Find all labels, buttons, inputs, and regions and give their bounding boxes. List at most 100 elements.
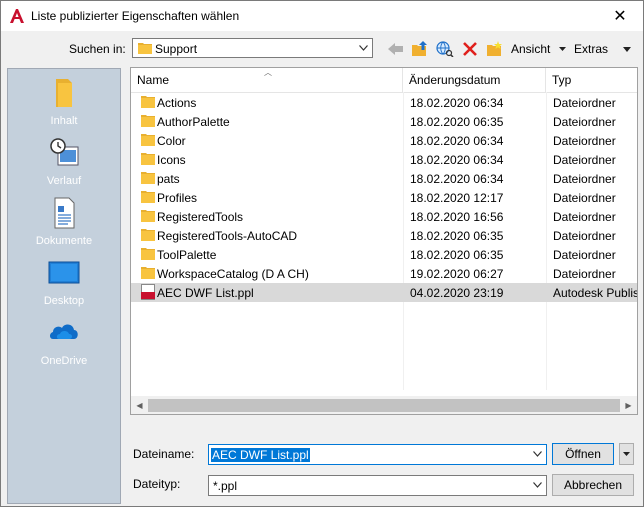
- ppl-file-icon: [141, 284, 155, 300]
- file-date: 18.02.2020 06:35: [410, 115, 504, 129]
- file-name: AuthorPalette: [157, 115, 230, 129]
- table-row[interactable]: AEC DWF List.ppl 04.02.2020 23:19 Autodesk…: [131, 283, 637, 302]
- scroll-left-icon[interactable]: ◀: [131, 397, 148, 414]
- chevron-down-icon[interactable]: [530, 447, 544, 461]
- open-button[interactable]: Öffnen: [552, 443, 614, 465]
- filetype-value: *.ppl: [213, 479, 238, 493]
- file-type: Dateiordner: [553, 115, 616, 129]
- folder-icon: [141, 210, 155, 222]
- place-label: Desktop: [43, 295, 85, 307]
- file-name: Profiles: [157, 191, 198, 205]
- desktop-icon: [48, 261, 80, 284]
- folder-icon: [141, 115, 155, 127]
- table-row[interactable]: Color 18.02.2020 06:34 Dateiordner: [131, 131, 637, 150]
- table-row[interactable]: RegisteredTools-AutoCAD 18.02.2020 06:35 D…: [131, 226, 637, 245]
- view-dropdown-icon[interactable]: [556, 39, 568, 59]
- lookin-value: Support: [155, 42, 198, 56]
- table-row[interactable]: WorkspaceCatalog (D A CH) 19.02.2020 06:2…: [131, 264, 637, 283]
- table-row[interactable]: AuthorPalette 18.02.2020 06:35 Dateiordner: [131, 112, 637, 131]
- folder-icon: [141, 134, 155, 146]
- folder-icon: [141, 229, 155, 241]
- file-type: Dateiordner: [553, 229, 616, 243]
- open-options-button[interactable]: [619, 443, 634, 465]
- chevron-down-icon[interactable]: [530, 478, 544, 492]
- file-date: 19.02.2020 06:27: [410, 267, 504, 281]
- file-date: 18.02.2020 06:34: [410, 153, 504, 167]
- place-label: Verlauf: [46, 175, 82, 187]
- file-date: 18.02.2020 06:34: [410, 172, 504, 186]
- lookin-combo[interactable]: Support: [132, 38, 373, 58]
- view-menu[interactable]: Ansicht: [511, 42, 550, 56]
- column-header-type[interactable]: Typ: [546, 68, 637, 92]
- folder-icon: [141, 153, 155, 165]
- file-date: 18.02.2020 06:35: [410, 229, 504, 243]
- tools-menu[interactable]: Extras: [574, 42, 608, 56]
- toolbar: Suchen in: Support Ansicht Extras: [1, 37, 643, 61]
- folder-icon: [141, 96, 155, 108]
- file-date: 18.02.2020 06:35: [410, 248, 504, 262]
- file-name: Color: [157, 134, 186, 148]
- globe-search-icon: [436, 41, 454, 57]
- filename-input[interactable]: AEC DWF List.ppl: [208, 444, 547, 465]
- cancel-button[interactable]: Abbrechen: [552, 474, 634, 496]
- back-button[interactable]: [385, 39, 407, 59]
- column-header-date[interactable]: Änderungsdatum: [403, 68, 546, 92]
- column-label: Änderungsdatum: [409, 73, 501, 87]
- filetype-select[interactable]: *.ppl: [208, 475, 547, 496]
- folder-icon: [141, 191, 155, 203]
- back-arrow-icon: [388, 43, 403, 55]
- chevron-down-icon[interactable]: [355, 40, 371, 56]
- history-icon: [50, 138, 79, 166]
- new-folder-button[interactable]: [484, 39, 506, 59]
- table-row[interactable]: Profiles 18.02.2020 12:17 Dateiordner: [131, 188, 637, 207]
- documents-icon: [54, 197, 75, 229]
- table-row[interactable]: pats 18.02.2020 06:34 Dateiordner: [131, 169, 637, 188]
- table-row[interactable]: RegisteredTools 18.02.2020 16:56 Dateiordn…: [131, 207, 637, 226]
- table-row[interactable]: Actions 18.02.2020 06:34 Dateiordner: [131, 93, 637, 112]
- file-type: Dateiordner: [553, 248, 616, 262]
- dropdown-arrow-icon: [623, 452, 630, 456]
- file-date: 18.02.2020 06:34: [410, 134, 504, 148]
- file-type: Dateiordner: [553, 153, 616, 167]
- file-name: AEC DWF List.ppl: [157, 286, 254, 300]
- list-header: Name ︿ Änderungsdatum Typ: [131, 68, 637, 93]
- folder-icon: [141, 267, 155, 279]
- file-date: 18.02.2020 16:56: [410, 210, 504, 224]
- file-name: pats: [157, 172, 180, 186]
- file-list[interactable]: Name ︿ Änderungsdatum Typ Actions 18.02.2…: [130, 67, 638, 415]
- delete-x-icon: [463, 42, 477, 56]
- file-date: 18.02.2020 06:34: [410, 96, 504, 110]
- file-name: Actions: [157, 96, 197, 110]
- file-date: 04.02.2020 23:19: [410, 286, 504, 300]
- folder-icon: [56, 79, 72, 107]
- places-bar: Inhalt Verlauf Dokumente Desktop OneDriv…: [7, 68, 121, 504]
- up-folder-button[interactable]: [409, 39, 431, 59]
- file-name: ToolPalette: [157, 248, 217, 262]
- file-name: WorkspaceCatalog (D A CH): [157, 267, 309, 281]
- file-type: Autodesk Publis: [553, 286, 637, 300]
- close-button[interactable]: ✕: [597, 1, 643, 31]
- file-type: Dateiordner: [553, 172, 616, 186]
- file-type: Dateiordner: [553, 267, 616, 281]
- sort-ascending-icon: ︿: [264, 68, 272, 77]
- search-web-button[interactable]: [434, 39, 456, 59]
- window-title: Liste publizierter Eigenschaften wählen: [31, 9, 240, 23]
- scroll-right-icon[interactable]: ▶: [620, 397, 637, 414]
- table-row[interactable]: Icons 18.02.2020 06:34 Dateiordner: [131, 150, 637, 169]
- tools-dropdown-icon[interactable]: [620, 39, 634, 59]
- folder-up-icon: [412, 41, 427, 56]
- scrollbar-thumb[interactable]: [148, 399, 620, 412]
- filetype-label: Dateityp:: [133, 477, 181, 491]
- new-folder-icon: [487, 41, 502, 56]
- place-label: OneDrive: [40, 355, 88, 367]
- column-label: Typ: [552, 73, 572, 87]
- file-name: RegisteredTools-AutoCAD: [157, 229, 298, 243]
- delete-button[interactable]: [459, 39, 481, 59]
- place-label: Inhalt: [50, 115, 78, 127]
- table-row[interactable]: ToolPalette 18.02.2020 06:35 Dateiordner: [131, 245, 637, 264]
- title-bar: Liste publizierter Eigenschaften wählen …: [1, 1, 643, 31]
- horizontal-scrollbar[interactable]: ◀ ▶: [131, 396, 637, 414]
- dialog-window: Liste publizierter Eigenschaften wählen …: [0, 0, 644, 507]
- filename-value: AEC DWF List.ppl: [211, 448, 310, 462]
- folder-icon: [141, 248, 155, 260]
